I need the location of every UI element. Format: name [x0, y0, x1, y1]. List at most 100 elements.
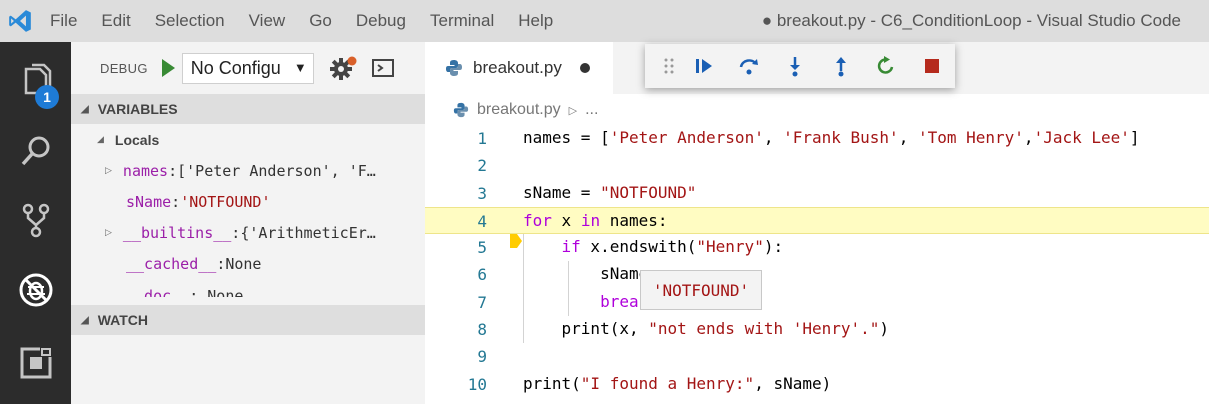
line-number: 8: [477, 320, 487, 340]
code-line[interactable]: 9: [425, 343, 1209, 370]
unsaved-dot-icon[interactable]: [579, 63, 590, 73]
debug-toolbar-header: DEBUG No Configu ▼: [71, 42, 425, 94]
code-line[interactable]: 3 sName = "NOTFOUND": [425, 180, 1209, 222]
search-icon: [21, 136, 49, 166]
step-into-icon: [790, 57, 801, 77]
open-launch-json-button[interactable]: [328, 53, 358, 83]
start-debugging-button[interactable]: [158, 53, 178, 83]
variable-name: __cached__: [126, 254, 217, 273]
code-line[interactable]: 8 print(x, "not ends with 'Henry'."): [425, 316, 1209, 344]
gear-icon: [329, 56, 357, 80]
variable-value: ['Peter Anderson', 'F…: [177, 161, 376, 180]
locals-label: Locals: [114, 131, 160, 148]
menu-help[interactable]: Help: [518, 11, 553, 31]
activity-bar: 1: [0, 42, 71, 404]
extensions-button[interactable]: [0, 328, 71, 398]
variable-row[interactable]: __cached__: None: [71, 248, 425, 279]
collapse-triangle-icon: ◢: [97, 134, 104, 145]
variable-row[interactable]: ▷ names: ['Peter Anderson', 'F…: [71, 155, 425, 186]
breadcrumb-file[interactable]: breakout.py: [477, 101, 561, 119]
step-into-button[interactable]: [772, 44, 818, 88]
variables-section-header[interactable]: ◢ VARIABLES: [71, 94, 425, 124]
variables-header-label: VARIABLES: [97, 101, 178, 117]
variable-row[interactable]: ▷ __builtins__: {'ArithmeticEr…: [71, 217, 425, 248]
code-line[interactable]: 2: [425, 152, 1209, 179]
explorer-badge: 1: [35, 85, 59, 109]
continue-icon: [695, 59, 712, 73]
code-line[interactable]: 6 sName = x: [425, 261, 1209, 289]
debug-icon: [19, 273, 52, 307]
variable-row[interactable]: __doc__: None: [71, 279, 425, 297]
launch-configuration-value: No Configu: [190, 57, 281, 78]
tab-title: breakout.py: [473, 58, 562, 77]
continue-button[interactable]: [681, 44, 727, 88]
restart-button[interactable]: [864, 44, 910, 88]
line-number: 3: [477, 183, 487, 203]
title-bar: File Edit Selection View Go Debug Termin…: [0, 0, 1209, 42]
line-number: 1: [477, 129, 487, 148]
source-control-button[interactable]: [0, 185, 71, 255]
debug-button[interactable]: [0, 255, 71, 325]
variable-name: __doc__: [126, 287, 190, 297]
editor-area: breakout.py breakout.py ▷ ... 1 names = …: [425, 42, 1209, 404]
tab-breakout-py[interactable]: breakout.py: [425, 42, 613, 94]
stop-button[interactable]: [909, 44, 955, 88]
line-number: 9: [477, 347, 487, 367]
chevron-down-icon: ▼: [293, 59, 307, 75]
breadcrumb-more[interactable]: ...: [585, 101, 598, 119]
variable-value: 'NOTFOUND': [180, 192, 271, 211]
step-out-button[interactable]: [818, 44, 864, 88]
menu-file[interactable]: File: [50, 11, 77, 31]
expand-triangle-icon: ▷: [105, 227, 112, 238]
floating-debug-toolbar: [645, 44, 955, 88]
expand-triangle-icon: ▷: [105, 165, 112, 176]
variable-name: names: [122, 161, 169, 180]
debug-sidebar: DEBUG No Configu ▼ ◢ VARIABLES ◢ Locals …: [71, 42, 425, 404]
python-file-icon: [446, 60, 462, 76]
code-line[interactable]: 5 if x.endswith("Henry"):: [425, 234, 1209, 262]
collapse-triangle-icon: ◢: [81, 103, 89, 115]
play-icon: [161, 59, 175, 77]
menu-bar: File Edit Selection View Go Debug Termin…: [50, 11, 577, 31]
debug-hover-tooltip: 'NOTFOUND': [640, 270, 762, 310]
collapse-triangle-icon: ◢: [81, 314, 89, 326]
current-line[interactable]: 4 for x in names:: [425, 206, 1209, 248]
variable-value: None: [225, 254, 262, 273]
chevron-right-icon: ▷: [568, 104, 578, 117]
menu-view[interactable]: View: [249, 11, 286, 31]
line-number: 2: [477, 156, 487, 176]
search-button[interactable]: [0, 116, 71, 186]
breadcrumb: breakout.py ▷ ...: [425, 94, 1209, 126]
window-title: ● breakout.py - C6_ConditionLoop - Visua…: [761, 11, 1181, 30]
source-control-icon: [22, 203, 49, 238]
launch-configuration-select[interactable]: No Configu ▼: [181, 52, 314, 84]
line-number: 6: [477, 265, 487, 285]
code-line[interactable]: 7 break: [425, 288, 1209, 317]
menu-go[interactable]: Go: [309, 11, 332, 31]
debug-console-button[interactable]: [370, 55, 396, 81]
locals-scope[interactable]: ◢ Locals: [71, 124, 425, 155]
menu-edit[interactable]: Edit: [101, 11, 130, 31]
code-editor[interactable]: 1 names = ['Peter Anderson', 'Frank Bush…: [425, 125, 1209, 398]
line-number: 10: [467, 374, 487, 394]
grip-icon: [664, 58, 674, 74]
watch-section-header[interactable]: ◢ WATCH: [71, 305, 425, 335]
drag-handle[interactable]: [657, 44, 681, 88]
menu-debug[interactable]: Debug: [356, 11, 406, 31]
line-number: 5: [477, 238, 487, 258]
line-number: 4: [477, 211, 487, 231]
menu-terminal[interactable]: Terminal: [430, 11, 494, 31]
code-line[interactable]: 10 print("I found a Henry:", sName): [425, 371, 1209, 398]
variable-row[interactable]: sName: 'NOTFOUND': [71, 186, 425, 217]
console-icon: [371, 59, 394, 77]
line-number: 7: [477, 292, 487, 312]
code-line[interactable]: 1 names = ['Peter Anderson', 'Frank Bush…: [425, 125, 1209, 152]
menu-selection[interactable]: Selection: [155, 11, 225, 31]
vscode-logo-icon: [0, 0, 40, 42]
extensions-icon: [20, 347, 52, 379]
variable-name: sName: [126, 192, 172, 211]
explorer-button[interactable]: 1: [0, 46, 71, 116]
python-file-icon: [453, 102, 469, 118]
step-over-icon: [740, 59, 759, 75]
step-over-button[interactable]: [727, 44, 773, 88]
